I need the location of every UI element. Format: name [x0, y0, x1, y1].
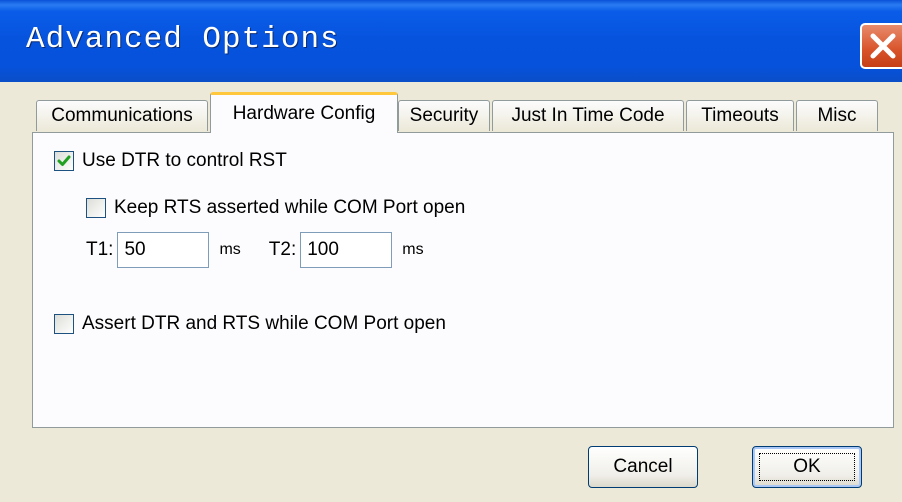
close-button[interactable]: [860, 23, 902, 69]
keep-rts-option[interactable]: Keep RTS asserted while COM Port open: [86, 197, 465, 219]
tab-just-in-time-code[interactable]: Just In Time Code: [492, 100, 684, 131]
assert-dtr-rts-label: Assert DTR and RTS while COM Port open: [82, 313, 446, 334]
tab-communications[interactable]: Communications: [36, 100, 208, 131]
tab-hardware-config[interactable]: Hardware Config: [210, 92, 398, 133]
tab-timeouts[interactable]: Timeouts: [686, 100, 794, 131]
keep-rts-label: Keep RTS asserted while COM Port open: [114, 197, 466, 218]
use-dtr-checkbox[interactable]: [54, 151, 74, 171]
tab-misc[interactable]: Misc: [796, 100, 878, 131]
focus-rect: [759, 453, 855, 481]
advanced-options-dialog: Advanced Options Communications Hardware…: [0, 0, 902, 502]
window-title: Advanced Options: [26, 22, 340, 57]
t1-label: T1:: [86, 239, 114, 260]
cancel-button[interactable]: Cancel: [588, 446, 698, 488]
use-dtr-label: Use DTR to control RST: [82, 150, 287, 171]
t1-input[interactable]: [117, 232, 210, 268]
close-icon: [870, 33, 896, 59]
timing-row: T1: ms T2: ms: [86, 232, 424, 268]
ok-button[interactable]: OK: [752, 446, 862, 488]
t2-label: T2:: [268, 239, 297, 260]
keep-rts-checkbox[interactable]: [86, 198, 106, 218]
assert-dtr-rts-checkbox[interactable]: [54, 314, 74, 334]
checkmark-icon: [57, 155, 71, 166]
t2-unit: ms: [402, 241, 424, 258]
tab-security[interactable]: Security: [398, 100, 490, 131]
use-dtr-option[interactable]: Use DTR to control RST: [54, 150, 287, 172]
t1-unit: ms: [219, 241, 241, 258]
t2-input[interactable]: [300, 232, 393, 268]
assert-dtr-rts-option[interactable]: Assert DTR and RTS while COM Port open: [54, 313, 446, 335]
title-bar[interactable]: Advanced Options: [0, 0, 902, 82]
hardware-config-panel: [32, 132, 894, 428]
